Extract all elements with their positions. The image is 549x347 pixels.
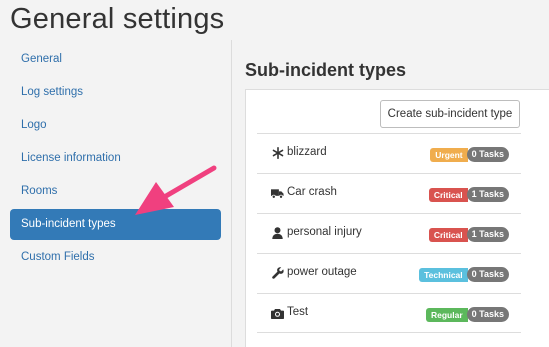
list-item[interactable]: personal injury Critical 1 Tasks — [257, 213, 521, 253]
list-item[interactable]: Car crash Critical 1 Tasks — [257, 173, 521, 213]
sidebar-item-license-information[interactable]: License information — [10, 143, 221, 174]
tasks-badge: 1 Tasks — [466, 187, 509, 202]
sidebar-item-log-settings[interactable]: Log settings — [10, 77, 221, 108]
type-name: personal injury — [287, 226, 362, 238]
tasks-badge: 0 Tasks — [466, 307, 509, 322]
section-title: Sub-incident types — [245, 60, 407, 80]
user-icon — [271, 226, 284, 240]
sidebar-item-custom-fields[interactable]: Custom Fields — [10, 242, 221, 273]
page-title: General settings — [10, 3, 225, 35]
snowflake-icon — [271, 146, 284, 160]
priority-badge: Regular — [425, 307, 468, 322]
type-name: Test — [287, 306, 309, 318]
sidebar-item-logo[interactable]: Logo — [10, 110, 221, 141]
list-divider — [257, 332, 521, 333]
sidebar-item-sub-incident-types[interactable]: Sub-incident types — [10, 209, 221, 240]
list-item[interactable]: Test Regular 0 Tasks — [257, 293, 521, 333]
tasks-badge: 1 Tasks — [466, 227, 509, 242]
sidebar-nav: General Log settings Logo License inform… — [0, 40, 232, 347]
type-name: power outage — [287, 266, 357, 278]
sidebar-item-general[interactable]: General — [10, 44, 221, 75]
list-item[interactable]: power outage Technical 0 Tasks — [257, 253, 521, 293]
priority-badge: Critical — [428, 187, 468, 202]
camera-icon — [271, 306, 284, 320]
priority-badge: Critical — [428, 227, 468, 242]
tasks-badge: 0 Tasks — [466, 147, 509, 162]
type-name: Car crash — [287, 186, 337, 198]
list-item[interactable]: blizzard Urgent 0 Tasks — [257, 133, 521, 173]
sub-incident-types-panel: Create sub-incident type blizzard Urgent… — [245, 89, 549, 347]
truck-icon — [271, 186, 284, 200]
priority-badge: Urgent — [430, 147, 468, 162]
tasks-badge: 0 Tasks — [466, 267, 509, 282]
priority-badge: Technical — [419, 267, 468, 282]
wrench-icon — [271, 266, 284, 280]
sidebar-item-rooms[interactable]: Rooms — [10, 176, 221, 207]
type-name: blizzard — [287, 146, 327, 158]
create-sub-incident-type-button[interactable]: Create sub-incident type — [380, 100, 520, 128]
